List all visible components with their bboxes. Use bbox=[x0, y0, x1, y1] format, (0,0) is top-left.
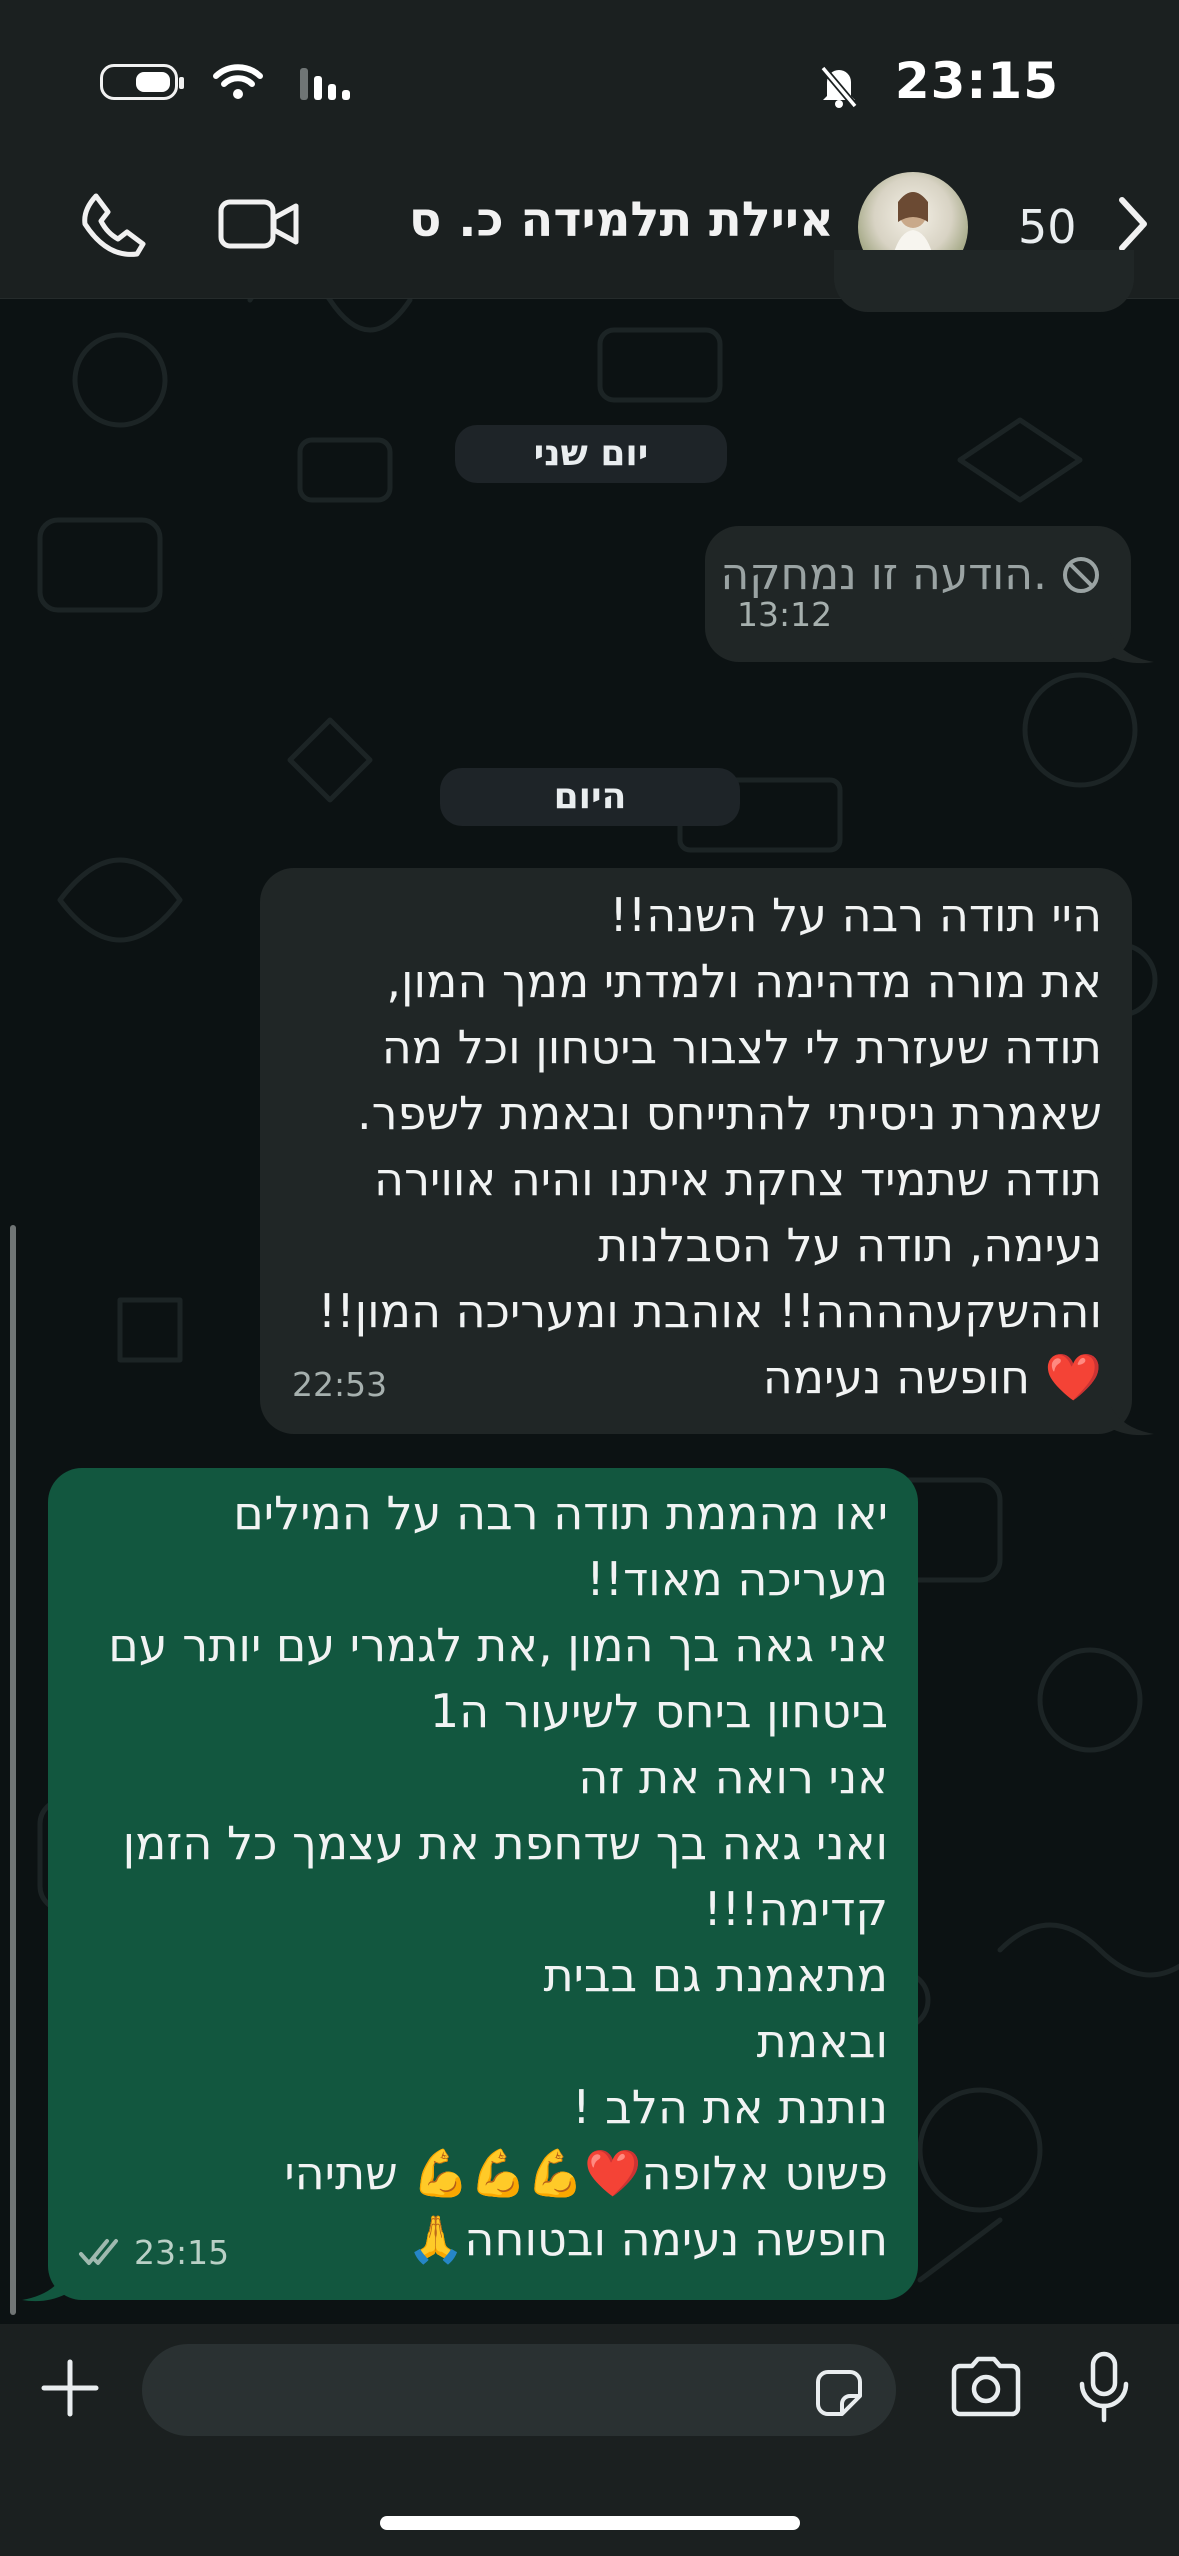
plus-icon[interactable] bbox=[38, 2356, 102, 2420]
unread-count[interactable]: 50 bbox=[1018, 200, 1077, 254]
status-icons-left bbox=[100, 62, 352, 102]
status-time: 23:15 bbox=[894, 52, 1059, 110]
incoming-message-bubble[interactable]: היי תודה רבה על השנה!! את מורה מדהימה ול… bbox=[260, 868, 1132, 1434]
message-time: 13:12 bbox=[737, 595, 833, 634]
deleted-message-bubble[interactable]: הודעה זו נמחקה. 13:12 bbox=[705, 526, 1131, 662]
signal-icon bbox=[300, 68, 350, 100]
contact-name[interactable]: איילת תלמידה כ. ס bbox=[409, 192, 834, 248]
double-check-icon bbox=[79, 2239, 118, 2265]
camera-icon[interactable] bbox=[948, 2356, 1024, 2418]
video-icon[interactable] bbox=[218, 194, 300, 254]
mic-icon[interactable] bbox=[1074, 2350, 1134, 2424]
wifi-icon bbox=[213, 64, 263, 99]
sticker-icon[interactable] bbox=[810, 2364, 866, 2420]
bubble-tail bbox=[22, 2270, 66, 2302]
bubble-tail bbox=[1110, 1404, 1154, 1436]
chevron-right-icon[interactable] bbox=[1112, 194, 1152, 254]
phone-icon[interactable] bbox=[78, 190, 148, 260]
outgoing-message-bubble[interactable]: יאו מהממת תודה רבה על המילים מעריכה מאוד… bbox=[48, 1468, 918, 2300]
message-text: יאו מהממת תודה רבה על המילים מעריכה מאוד… bbox=[108, 1486, 888, 2266]
scrollbar[interactable] bbox=[10, 1225, 16, 2315]
blocked-icon bbox=[1063, 557, 1099, 593]
battery-icon bbox=[100, 64, 184, 100]
previous-message-bubble bbox=[834, 250, 1134, 312]
message-text: היי תודה רבה על השנה!! את מורה מדהימה ול… bbox=[317, 888, 1102, 1404]
bell-muted-icon bbox=[820, 65, 858, 108]
message-time: 22:53 bbox=[292, 1365, 388, 1404]
date-chip: היום bbox=[440, 768, 740, 826]
message-input[interactable] bbox=[142, 2344, 896, 2436]
message-meta: 23:15 bbox=[78, 2220, 229, 2286]
home-indicator[interactable] bbox=[380, 2516, 800, 2530]
status-bar: 23:15 bbox=[0, 0, 1179, 150]
date-chip: יום שני bbox=[455, 425, 727, 483]
bubble-tail bbox=[1110, 632, 1154, 664]
message-time: 23:15 bbox=[134, 2233, 230, 2272]
